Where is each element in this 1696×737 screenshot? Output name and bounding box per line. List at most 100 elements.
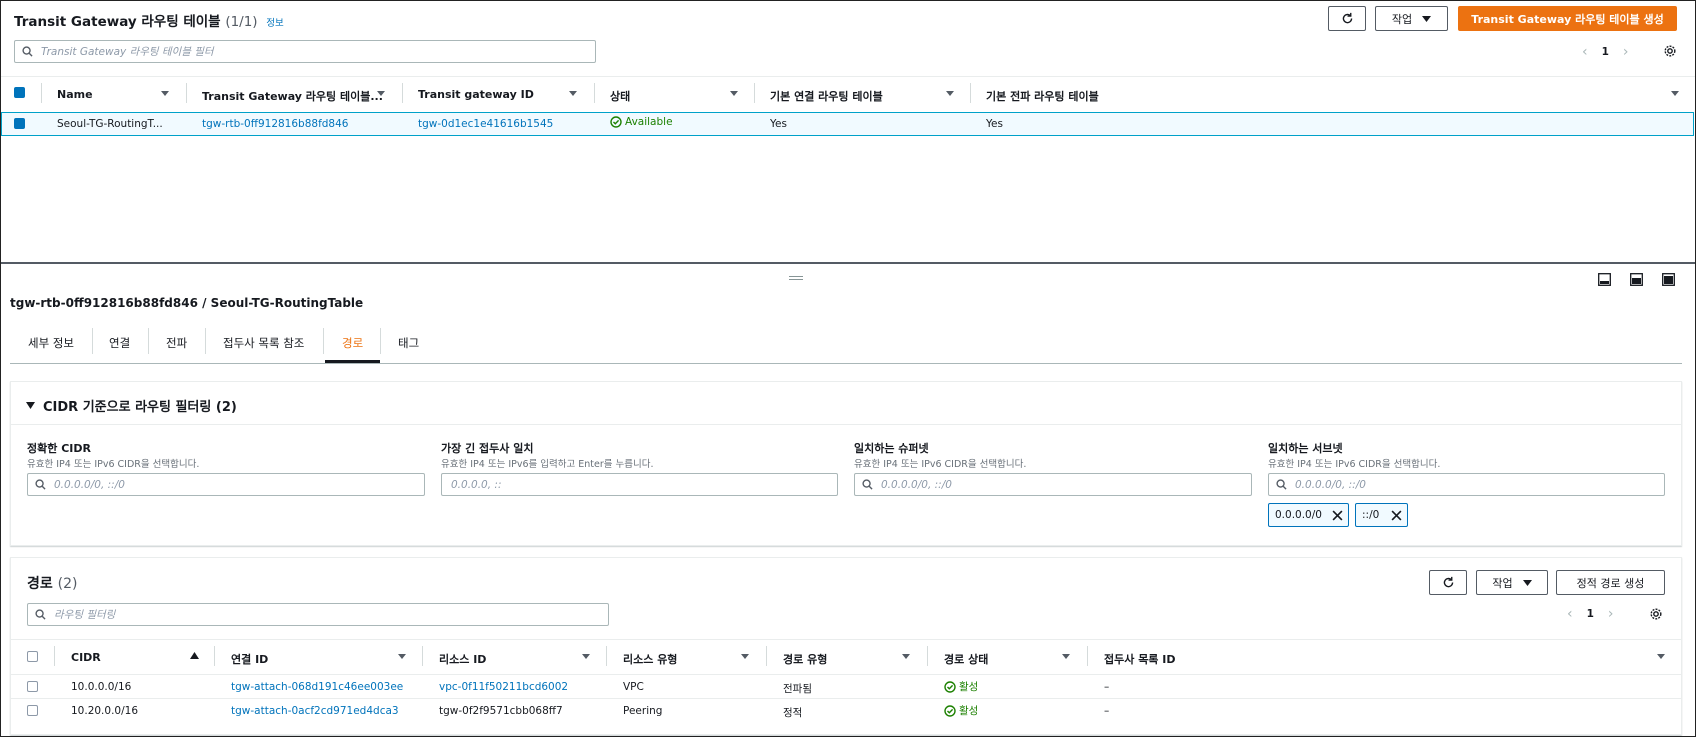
sort-icon[interactable] bbox=[1671, 91, 1679, 96]
subnet-input[interactable] bbox=[1293, 477, 1664, 492]
sort-icon[interactable] bbox=[902, 654, 910, 659]
supernet-desc: 유효한 IP4 또는 IPv6 CIDR을 선택합니다. bbox=[854, 459, 1027, 470]
sort-icon[interactable] bbox=[161, 91, 169, 96]
title-text: Transit Gateway 라우팅 테이블 bbox=[14, 14, 221, 30]
sort-icon[interactable] bbox=[946, 91, 954, 96]
route-table-filter[interactable] bbox=[14, 40, 596, 63]
settings-gear-icon[interactable] bbox=[1649, 607, 1663, 621]
row-default-prop: Yes bbox=[986, 118, 1003, 130]
routes-select-all-checkbox[interactable] bbox=[27, 651, 38, 662]
routes-filter-input[interactable] bbox=[52, 607, 608, 622]
sort-icon[interactable] bbox=[398, 654, 406, 659]
route-state-text: 활성 bbox=[959, 681, 979, 693]
row-checkbox[interactable] bbox=[27, 705, 38, 716]
routes-refresh-button[interactable] bbox=[1429, 570, 1467, 595]
subnet-field[interactable] bbox=[1268, 473, 1665, 496]
page-number[interactable]: 1 bbox=[1602, 46, 1609, 58]
subnet-desc: 유효한 IP4 또는 IPv6 CIDR을 선택합니다. bbox=[1268, 459, 1441, 470]
sort-icon[interactable] bbox=[569, 91, 577, 96]
col-resource-id[interactable]: 리소스 ID bbox=[439, 651, 486, 667]
next-page-icon[interactable]: › bbox=[1623, 44, 1629, 60]
filter-token: 0.0.0.0/0 bbox=[1268, 503, 1349, 527]
col-route-state[interactable]: 경로 상태 bbox=[944, 651, 988, 667]
exact-cidr-field[interactable] bbox=[27, 473, 425, 496]
drag-handle-icon[interactable] bbox=[789, 276, 803, 280]
panel-side-icon[interactable] bbox=[1630, 273, 1643, 286]
check-circle-icon bbox=[610, 116, 622, 128]
sort-icon[interactable] bbox=[377, 91, 385, 96]
col-route-type[interactable]: 경로 유형 bbox=[783, 651, 827, 667]
sort-icon[interactable] bbox=[1062, 654, 1070, 659]
panel-divider bbox=[11, 424, 1681, 425]
sort-icon[interactable] bbox=[741, 654, 749, 659]
route-resource-type: Peering bbox=[623, 705, 663, 717]
tab-tags[interactable]: 태그 bbox=[398, 335, 419, 351]
tab-details[interactable]: 세부 정보 bbox=[28, 335, 74, 351]
prev-page-icon[interactable]: ‹ bbox=[1582, 44, 1588, 60]
actions-dropdown[interactable]: 작업 bbox=[1375, 6, 1448, 31]
search-icon bbox=[22, 46, 33, 57]
tabs-border bbox=[10, 363, 1682, 364]
col-attachment-id[interactable]: 연결 ID bbox=[231, 651, 268, 667]
tab-sep bbox=[92, 328, 93, 354]
row-divider bbox=[11, 698, 1681, 699]
route-state-text: 활성 bbox=[959, 705, 979, 717]
tab-routes[interactable]: 경로 bbox=[342, 335, 363, 351]
col-default-assoc[interactable]: 기본 연결 라우팅 테이블 bbox=[770, 88, 883, 104]
split-divider[interactable] bbox=[1, 262, 1695, 264]
sort-icon[interactable] bbox=[582, 654, 590, 659]
col-rtb-id[interactable]: Transit Gateway 라우팅 테이블... bbox=[202, 88, 383, 104]
row-tgw-id-link[interactable]: tgw-0d1ec1e41616b1545 bbox=[418, 118, 553, 130]
supernet-field[interactable] bbox=[854, 473, 1252, 496]
route-table-filter-input[interactable] bbox=[39, 44, 595, 59]
sort-icon[interactable] bbox=[730, 91, 738, 96]
route-resource-link[interactable]: vpc-0f11f50211bcd6002 bbox=[439, 681, 568, 693]
tab-associations[interactable]: 연결 bbox=[109, 335, 130, 351]
exact-cidr-input[interactable] bbox=[52, 477, 424, 492]
tab-prefix-list-references[interactable]: 접두사 목록 참조 bbox=[223, 335, 304, 351]
routes-filter[interactable] bbox=[27, 603, 609, 626]
refresh-button[interactable] bbox=[1328, 6, 1366, 31]
col-sep bbox=[422, 646, 423, 666]
prev-page-icon[interactable]: ‹ bbox=[1567, 606, 1573, 622]
sort-ascending-icon[interactable] bbox=[190, 652, 199, 659]
sort-icon[interactable] bbox=[1657, 654, 1665, 659]
row-checkbox[interactable] bbox=[14, 118, 25, 129]
row-status: Available bbox=[610, 116, 673, 128]
route-attachment-link[interactable]: tgw-attach-068d191c46ee003ee bbox=[231, 681, 403, 693]
filter-token: ::/0 bbox=[1355, 503, 1408, 527]
cidr-filter-header[interactable]: CIDR 기준으로 라우팅 필터링 (2) bbox=[26, 396, 237, 415]
col-cidr[interactable]: CIDR bbox=[71, 651, 101, 664]
row-rtb-id-link[interactable]: tgw-rtb-0ff912816b88fd846 bbox=[202, 118, 348, 130]
next-page-icon[interactable]: › bbox=[1608, 606, 1614, 622]
settings-gear-icon[interactable] bbox=[1663, 44, 1677, 58]
col-tgw-id[interactable]: Transit gateway ID bbox=[418, 88, 534, 101]
col-status[interactable]: 상태 bbox=[610, 88, 630, 104]
create-static-route-button[interactable]: 정적 경로 생성 bbox=[1556, 570, 1665, 595]
col-prefix-list-id[interactable]: 접두사 목록 ID bbox=[1104, 651, 1175, 667]
create-route-table-button[interactable]: Transit Gateway 라우팅 테이블 생성 bbox=[1458, 6, 1677, 31]
route-attachment-link[interactable]: tgw-attach-0acf2cd971ed4dca3 bbox=[231, 705, 399, 717]
routes-actions-dropdown[interactable]: 작업 bbox=[1476, 570, 1548, 595]
col-resource-type[interactable]: 리소스 유형 bbox=[623, 651, 677, 667]
tab-propagations[interactable]: 전파 bbox=[166, 335, 187, 351]
close-icon[interactable] bbox=[1391, 510, 1402, 521]
row-checkbox[interactable] bbox=[27, 681, 38, 692]
exact-cidr-desc: 유효한 IP4 또는 IPv6 CIDR을 선택합니다. bbox=[27, 459, 200, 470]
supernet-input[interactable] bbox=[879, 477, 1251, 492]
col-name[interactable]: Name bbox=[57, 88, 93, 101]
supernet-label: 일치하는 슈퍼넷 bbox=[854, 442, 929, 455]
close-icon[interactable] bbox=[1332, 510, 1343, 521]
select-all-checkbox[interactable] bbox=[14, 87, 25, 98]
check-circle-icon bbox=[944, 680, 956, 693]
col-sep bbox=[766, 646, 767, 666]
panel-bottom-icon[interactable] bbox=[1598, 273, 1611, 286]
col-default-prop[interactable]: 기본 전파 라우팅 테이블 bbox=[986, 88, 1099, 104]
longest-prefix-field[interactable] bbox=[441, 473, 838, 496]
info-link[interactable]: 정보 bbox=[266, 18, 283, 29]
longest-prefix-input[interactable] bbox=[449, 477, 837, 492]
caret-down-icon bbox=[1522, 579, 1532, 586]
panel-full-icon[interactable] bbox=[1662, 273, 1675, 286]
page-number[interactable]: 1 bbox=[1587, 608, 1594, 620]
route-resource-id: tgw-0f2f9571cbb068ff7 bbox=[439, 705, 563, 717]
